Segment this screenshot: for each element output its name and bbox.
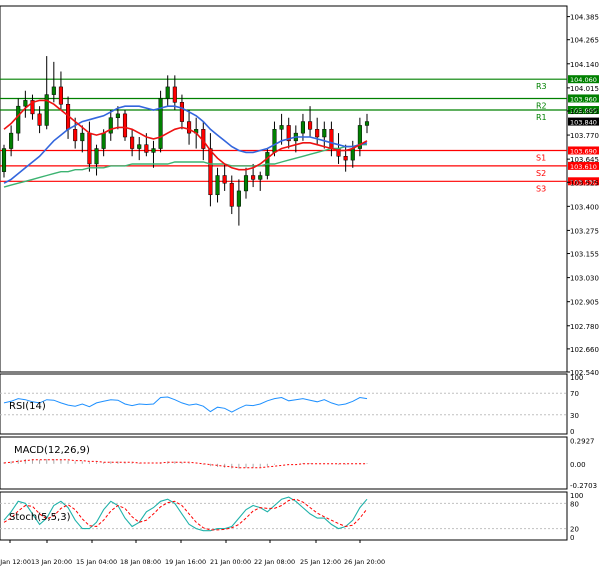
price-tick-label: 103.895 — [570, 108, 599, 116]
price-tick-label: 102.660 — [570, 346, 599, 354]
time-tick-label: 18 Jan 08:00 — [120, 558, 161, 566]
panel-main-frame — [0, 5, 568, 373]
candle-body — [144, 144, 149, 153]
candle-body — [243, 175, 249, 192]
time-tick-label: 22 Jan 08:00 — [254, 558, 295, 566]
candle-body — [300, 121, 305, 134]
rsi-tick-label: 100 — [570, 374, 583, 382]
candle-body — [364, 121, 370, 126]
candle-body — [172, 86, 177, 103]
trading-chart: R3 104.060 R2 103.960 R1 103.900 S1 103.690 S2 10… — [0, 0, 600, 573]
candle-body — [23, 100, 28, 107]
candle-body — [73, 129, 78, 142]
price-tick-label: 102.780 — [570, 323, 599, 331]
time-tick-label: 15 Jan 04:00 — [76, 558, 117, 566]
price-tick-label: 104.385 — [570, 14, 599, 22]
level-name-r2: R2 — [536, 101, 547, 110]
candle-body — [9, 132, 14, 149]
time-tick-label: 2 Jan 12:00 — [0, 558, 31, 566]
rsi-title: RSI(14) — [9, 401, 46, 412]
time-tick-label: 21 Jan 00:00 — [210, 558, 251, 566]
candle-body — [322, 129, 327, 138]
candle-body — [44, 94, 49, 126]
candle-body — [236, 190, 241, 207]
price-tick-label: 104.140 — [570, 61, 599, 69]
current-price-label: 103.840 — [570, 119, 597, 127]
panel-rsi-frame — [0, 373, 568, 435]
candle-body — [187, 121, 192, 134]
price-tick-label: 104.265 — [570, 37, 599, 45]
candle-body — [215, 175, 220, 196]
level-name-r1: R1 — [536, 113, 547, 122]
candle — [158, 90, 163, 153]
level-price-label: 104.060 — [570, 76, 597, 84]
price-tick-label: 103.400 — [570, 203, 599, 211]
candle-body — [272, 129, 277, 153]
candle-body — [158, 98, 163, 149]
candle-body — [329, 129, 334, 149]
candle-body — [179, 102, 184, 122]
time-tick-label: 13 Jan 20:00 — [31, 558, 72, 566]
candle-body — [115, 113, 120, 118]
candle-body — [51, 86, 56, 95]
candle-body — [80, 132, 85, 142]
candle-body — [222, 175, 227, 184]
candle-body — [308, 121, 313, 130]
rsi-tick-label: 30 — [570, 412, 579, 420]
stoch-tick-label: 0 — [570, 534, 574, 542]
candle — [122, 110, 128, 141]
price-tick-label: 103.275 — [570, 227, 599, 235]
candle-body — [137, 144, 142, 149]
candle-body — [350, 148, 355, 161]
candle-body — [208, 148, 213, 196]
candle-body — [58, 86, 63, 105]
candle-body — [87, 132, 92, 165]
level-price-label: 103.960 — [570, 95, 597, 103]
level-name-s3: S3 — [536, 184, 546, 193]
candle-body — [37, 113, 42, 126]
candle-body — [258, 175, 263, 180]
candle-body — [151, 148, 156, 153]
price-tick-label: 103.770 — [570, 132, 599, 140]
macd-tick-label: 0.2927 — [570, 438, 595, 446]
time-tick-label: 26 Jan 20:00 — [344, 558, 385, 566]
stoch-title: Stoch(5,5,3) — [9, 512, 71, 523]
candle-body — [229, 182, 234, 207]
rsi-tick-label: 0 — [570, 428, 574, 436]
level-price-label: 103.690 — [570, 147, 597, 155]
time-tick-label: 19 Jan 16:00 — [165, 558, 206, 566]
price-tick-label: 103.525 — [570, 179, 599, 187]
candle-body — [101, 132, 106, 149]
price-tick-label: 103.155 — [570, 251, 599, 259]
macd-tick-label: 0.00 — [570, 461, 586, 469]
price-tick-label: 102.905 — [570, 299, 599, 307]
macd-title: MACD(12,26,9) — [14, 445, 90, 456]
price-tick-label: 103.030 — [570, 275, 599, 283]
candle-body — [315, 129, 320, 138]
candle-body — [16, 105, 21, 134]
candle-body — [165, 86, 170, 99]
candle-body — [251, 175, 256, 180]
price-tick-label: 104.015 — [570, 85, 599, 93]
level-name-r3: R3 — [536, 82, 547, 91]
stoch-tick-label: 100 — [570, 492, 583, 500]
time-tick-label: 25 Jan 12:00 — [300, 558, 341, 566]
candle-body — [130, 136, 135, 149]
stoch-tick-label: 20 — [570, 526, 579, 534]
macd-tick-label: -0.2703 — [570, 482, 597, 490]
candle-body — [122, 113, 128, 138]
rsi-tick-label: 70 — [570, 390, 579, 398]
chart-canvas: R3104.060R2103.960R1103.900S1103.690S210… — [0, 0, 600, 573]
candle-body — [1, 148, 7, 172]
candle-body — [94, 148, 99, 165]
level-name-s2: S2 — [536, 169, 546, 178]
candle-body — [343, 156, 348, 161]
price-tick-label: 103.645 — [570, 156, 599, 164]
candle-body — [279, 125, 284, 130]
level-name-s1: S1 — [536, 153, 546, 162]
stoch-tick-label: 80 — [570, 500, 579, 508]
